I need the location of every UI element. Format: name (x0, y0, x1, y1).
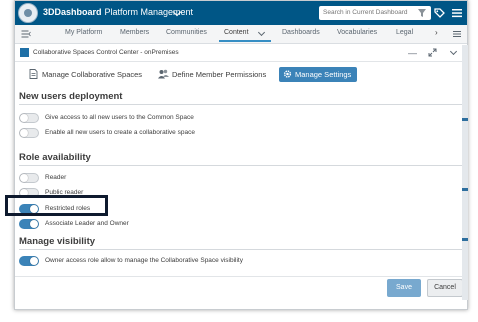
subtab-manage-settings[interactable]: Manage Settings (279, 67, 357, 82)
option-label: Owner access role allow to manage the Co… (45, 257, 243, 264)
option-owner-visibility[interactable]: Owner access role allow to manage the Co… (19, 256, 439, 268)
subtab-manage-collaborative-spaces[interactable]: Manage Collaborative Spaces (29, 67, 159, 82)
app-window: 3DDashboardPlatform Management My Platfo… (14, 0, 468, 310)
subtab-label: Manage Collaborative Spaces (42, 70, 143, 79)
save-button[interactable]: Save (387, 279, 421, 297)
option-label: Associate Leader and Owner (45, 220, 129, 227)
tab-dashboards[interactable]: Dashboards (282, 29, 320, 36)
tab-communities[interactable]: Communities (166, 29, 207, 36)
tag-icon[interactable] (433, 7, 445, 19)
document-icon (29, 69, 38, 79)
option-common-space-access[interactable]: Give access to all new users to the Comm… (19, 113, 339, 125)
section-divider (19, 104, 465, 105)
cancel-button[interactable]: Cancel (427, 279, 463, 297)
section-divider (19, 165, 465, 166)
tab-my-platform[interactable]: My Platform (65, 29, 102, 36)
expand-icon[interactable] (428, 48, 437, 57)
chevron-down-icon[interactable] (257, 28, 266, 37)
top-bar: 3DDashboard Platform Management (15, 1, 467, 25)
option-associate-leader-owner[interactable]: Associate Leader and Owner (19, 219, 339, 231)
minimize-icon[interactable]: — (408, 48, 417, 58)
search-box[interactable] (319, 6, 431, 20)
subtab-label: Manage Settings (295, 70, 352, 79)
toggle-switch[interactable] (19, 256, 39, 266)
chevron-down-icon[interactable] (449, 47, 458, 56)
active-tab-indicator (219, 40, 271, 42)
subtab-define-member-permissions[interactable]: Define Member Permissions (158, 67, 282, 82)
dashboard-title[interactable]: 3DDashboard Platform Management (43, 7, 193, 17)
tab-menu-icon[interactable] (452, 29, 462, 39)
option-reader[interactable]: Reader (19, 173, 339, 185)
tab-legal[interactable]: Legal (396, 29, 413, 36)
background-page-edge (462, 45, 468, 300)
toggle-switch[interactable] (19, 128, 39, 138)
widget-header: Collaborative Spaces Control Center - on… (15, 45, 467, 62)
tab-members[interactable]: Members (120, 29, 149, 36)
gear-icon (283, 70, 292, 78)
users-icon (158, 69, 169, 79)
option-create-collaborative-space[interactable]: Enable all new users to create a collabo… (19, 128, 339, 140)
compass-logo-icon[interactable] (18, 3, 38, 23)
toggle-switch[interactable] (19, 173, 39, 183)
widget-app-icon (20, 48, 29, 57)
section-title-role-availability: Role availability (19, 152, 91, 163)
section-divider (19, 249, 465, 250)
dashboard-tab-bar: My Platform Members Communities Content … (15, 25, 467, 44)
collapse-sidebar-icon[interactable] (21, 29, 31, 39)
section-title-manage-visibility: Manage visibility (19, 236, 96, 247)
toggle-switch[interactable] (19, 219, 39, 229)
footer-divider (15, 276, 467, 277)
option-label: Reader (45, 174, 67, 181)
app-name: 3DDashboard (43, 7, 102, 17)
filter-icon[interactable] (417, 8, 427, 18)
hamburger-menu-icon[interactable] (451, 7, 463, 19)
option-label: Enable all new users to create a collabo… (45, 129, 195, 136)
option-label: Give access to all new users to the Comm… (45, 114, 194, 121)
toggle-switch[interactable] (19, 113, 39, 123)
chevron-right-icon[interactable]: › (435, 28, 438, 37)
widget-title: Collaborative Spaces Control Center - on… (33, 49, 179, 56)
search-input[interactable] (321, 7, 411, 18)
tab-content[interactable]: Content (224, 29, 249, 36)
section-title-new-users: New users deployment (19, 91, 123, 102)
tab-vocabularies[interactable]: Vocabularies (337, 29, 377, 36)
subtab-label: Define Member Permissions (172, 70, 267, 79)
restricted-roles-highlight (5, 195, 108, 216)
